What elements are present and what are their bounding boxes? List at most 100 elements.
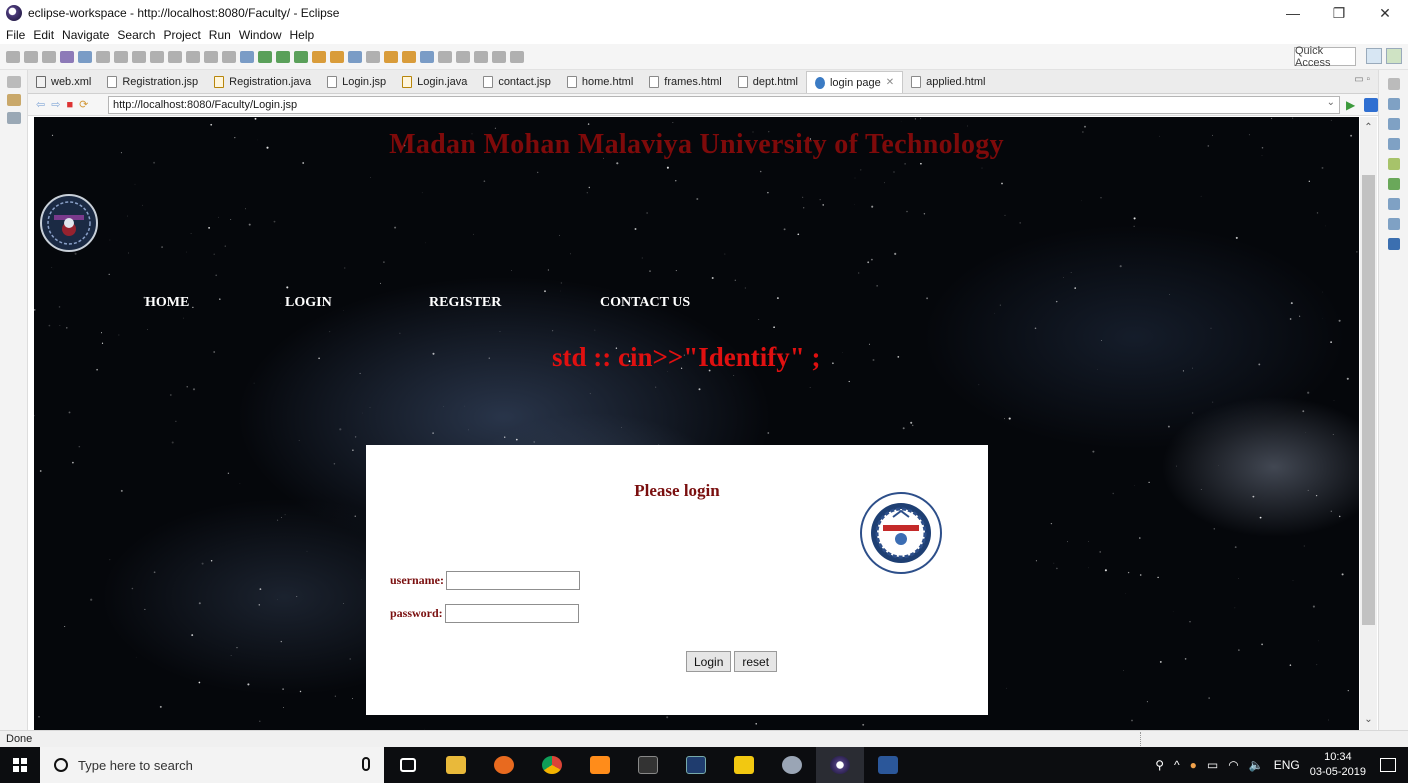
refresh-icon[interactable]: ⟳ [79,98,88,111]
tab-registration-java[interactable]: Registration.java [206,71,319,93]
menu-help[interactable]: Help [290,28,315,42]
menu-file[interactable]: File [6,28,25,42]
previous-annotation-icon[interactable] [474,50,488,63]
clock[interactable]: 10:34 03-05-2019 [1310,750,1366,780]
back-icon[interactable] [492,50,506,63]
data-source-icon[interactable] [1387,198,1400,210]
mysql-button[interactable] [672,747,720,783]
menu-search[interactable]: Search [117,28,155,42]
menu-navigate[interactable]: Navigate [62,28,109,42]
skip-breakpoints-icon[interactable] [96,50,110,63]
close-button[interactable]: ✕ [1362,0,1408,26]
chevron-down-icon[interactable]: ⌄ [1327,97,1335,108]
tab-dept-html[interactable]: dept.html [730,71,806,93]
new-server-icon[interactable] [348,50,362,63]
menu-edit[interactable]: Edit [33,28,54,42]
url-input[interactable]: http://localhost:8080/Faculty/Login.jsp … [108,95,1340,114]
suspend-icon[interactable] [132,50,146,63]
save-all-icon[interactable] [42,50,56,63]
scroll-down-icon[interactable]: ⌄ [1360,711,1377,728]
chevron-up-icon[interactable]: ^ [1174,758,1180,772]
markers-icon[interactable] [1387,138,1400,150]
go-play-icon[interactable]: ▶ [1346,98,1360,112]
new-class-icon[interactable] [366,50,380,63]
tab-login-jsp[interactable]: Login.jsp [319,71,394,93]
wifi-icon[interactable]: ◠ [1228,758,1238,772]
network-status-icon[interactable]: ● [1190,758,1197,772]
tab-contact-jsp[interactable]: contact.jsp [475,71,559,93]
sublime-button[interactable] [576,747,624,783]
console-view-icon[interactable] [1387,238,1400,250]
language-indicator[interactable]: ENG [1274,758,1300,772]
scroll-up-icon[interactable]: ⌃ [1360,119,1377,136]
annotation-icon[interactable] [438,50,452,63]
people-icon[interactable]: ⚲ [1155,758,1164,772]
scroll-thumb[interactable] [1362,175,1375,625]
tab-close-icon[interactable]: ✕ [886,77,894,88]
resume-icon[interactable] [114,50,128,63]
back-arrow-icon[interactable]: ⇦ [36,98,45,111]
menu-run[interactable]: Run [209,28,231,42]
forward-icon[interactable] [510,50,524,63]
forward-arrow-icon[interactable]: ⇨ [51,98,60,111]
task-list-icon[interactable] [1387,118,1400,130]
tab-login-java[interactable]: Login.java [394,71,475,93]
microphone-icon[interactable] [362,757,370,771]
tool-button[interactable] [768,747,816,783]
taskbar-search[interactable]: Type here to search [40,747,384,783]
project-explorer-icon[interactable] [6,94,21,106]
menu-project[interactable]: Project [163,28,200,42]
java-ee-perspective-button[interactable] [1386,48,1402,64]
restore-icon[interactable] [6,76,21,88]
notifications-icon[interactable] [1380,758,1396,772]
file-explorer-button[interactable] [432,747,480,783]
debug-run-icon[interactable] [276,50,290,63]
terminal-button[interactable] [624,747,672,783]
outline-view-icon[interactable] [1387,98,1400,110]
open-perspective-button[interactable] [1366,48,1382,64]
step-over-icon[interactable] [204,50,218,63]
tab-frames-html[interactable]: frames.html [641,71,729,93]
menu-window[interactable]: Window [239,28,282,42]
run-icon[interactable] [294,50,308,63]
open-type-icon[interactable] [384,50,398,63]
stop-icon[interactable]: ■ [66,99,73,111]
password-input[interactable] [444,604,579,623]
search-toolbar-icon[interactable] [402,50,416,63]
minimize-maximize-icon[interactable]: ▭ ▫ [1354,74,1370,85]
terminate-icon[interactable] [150,50,164,63]
nav-register[interactable]: REGISTER [429,295,501,311]
disconnect-icon[interactable] [168,50,182,63]
external-tools-icon[interactable] [330,50,344,63]
open-in-browser-icon[interactable] [1364,97,1378,112]
tab-home-html[interactable]: home.html [559,71,641,93]
next-annotation-icon[interactable] [456,50,470,63]
login-button[interactable]: Login [686,651,732,672]
new-icon[interactable] [6,50,20,63]
task-view-button[interactable] [384,747,432,783]
web-browser-icon[interactable] [420,50,434,63]
tab-web-xml[interactable]: web.xml [28,71,99,93]
quick-access-field[interactable]: Quick Access [1294,45,1356,69]
word-button[interactable] [864,747,912,783]
tab-registration-jsp[interactable]: Registration.jsp [99,71,206,93]
step-return-icon[interactable] [222,50,236,63]
chrome-button[interactable] [528,747,576,783]
start-button[interactable] [0,747,40,783]
open-perspective-icon[interactable] [240,50,254,63]
snippets-icon[interactable] [1387,218,1400,230]
coverage-icon[interactable] [312,50,326,63]
tab-applied-html[interactable]: applied.html [903,71,993,93]
step-into-icon[interactable] [186,50,200,63]
debug-icon[interactable] [60,50,74,63]
nav-home[interactable]: HOME [145,295,189,311]
servers-icon[interactable] [1387,178,1400,190]
viewport-scrollbar[interactable]: ⌃ ⌄ [1360,117,1377,730]
maximize-button[interactable]: ❐ [1316,0,1362,26]
server-icon[interactable] [258,50,272,63]
restore-right-icon[interactable] [1387,78,1400,90]
sticky-notes-button[interactable] [720,747,768,783]
university-logo[interactable] [38,185,100,265]
firefox-button[interactable] [480,747,528,783]
battery-icon[interactable]: ▭ [1207,758,1218,772]
